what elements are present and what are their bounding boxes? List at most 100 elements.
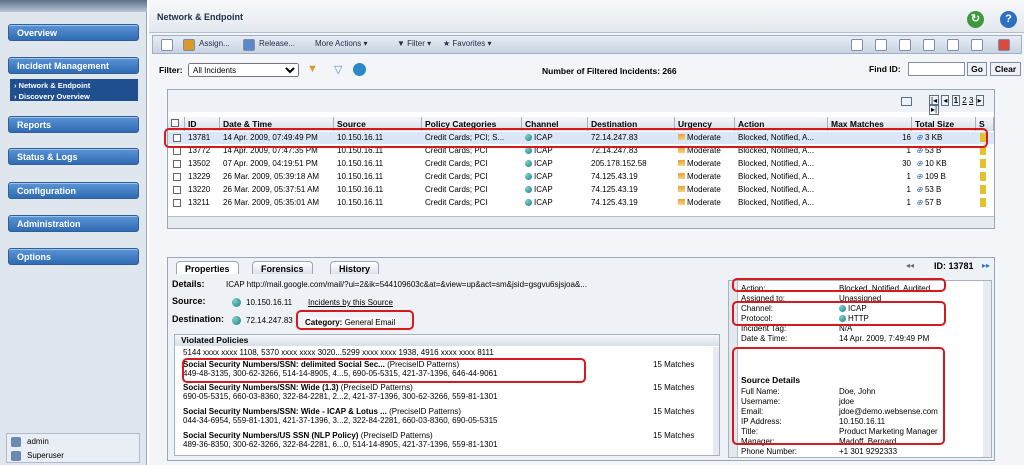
policy-item[interactable]: Social Security Numbers/US SSN (NLP Poli… — [183, 431, 713, 449]
release-button[interactable]: Release... — [259, 39, 295, 48]
table-cell: 74.125.43.19 — [591, 185, 675, 194]
tab-properties[interactable]: Properties — [176, 261, 239, 274]
username: admin — [27, 437, 49, 446]
nav-overview[interactable]: Overview — [8, 24, 139, 41]
cell-text: Blocked, Notified, A... — [738, 185, 815, 194]
cell-text: Credit Cards; PCI — [425, 198, 488, 207]
more-actions-label: More Actions — [315, 39, 362, 48]
table-cell: 13229 — [188, 172, 218, 181]
page-2[interactable]: 2 — [962, 96, 966, 105]
table-cell: 10.150.16.11 — [337, 198, 422, 207]
table-cell: ⊕ 57 B — [916, 198, 974, 207]
filter-info-icon[interactable] — [353, 63, 366, 76]
row-checkbox[interactable] — [173, 160, 181, 168]
assign-button[interactable]: Assign... — [199, 39, 230, 48]
cell-text: 10.150.16.11 — [337, 198, 384, 207]
cell-text: 10.150.16.11 — [337, 185, 384, 194]
filter-edit-icon[interactable]: ▽ — [334, 63, 342, 76]
cell-text: 10.150.16.11 — [337, 172, 384, 181]
page-1[interactable]: 1 — [951, 95, 961, 106]
pdf-icon[interactable] — [998, 39, 1010, 51]
last-page-button[interactable]: ▸| — [929, 104, 940, 115]
nav-options[interactable]: Options — [8, 248, 139, 265]
right-panel-scrollbar[interactable] — [983, 281, 991, 457]
export-icon[interactable] — [971, 39, 983, 51]
flag-icon — [980, 198, 986, 207]
table-row[interactable]: 13211 26 Mar. 2009, 05:35:01 AM 10.150.16.… — [168, 197, 994, 209]
select-all-checkbox[interactable] — [171, 119, 179, 127]
row-checkbox[interactable] — [173, 199, 181, 207]
edit-icon[interactable] — [161, 39, 173, 51]
source-field-value: +1 301 9292333 — [839, 447, 898, 456]
page-3[interactable]: 3 — [969, 96, 973, 105]
refresh-icon[interactable]: ↻ — [967, 11, 984, 28]
next-page-button[interactable]: ▸ — [975, 95, 984, 106]
globe-icon — [232, 298, 241, 307]
subnav-network-endpoint[interactable]: › Network & Endpoint — [14, 80, 134, 91]
print-icon[interactable] — [923, 39, 935, 51]
next-incident-icon[interactable]: ▸▸ — [982, 261, 990, 270]
policy-type: (PreciseID Patterns) — [340, 383, 413, 392]
cell-text: Moderate — [687, 185, 721, 194]
highlight-channel-protocol — [732, 301, 946, 326]
incidents-by-source-link[interactable]: Incidents by this Source — [308, 298, 393, 307]
row-checkbox[interactable] — [173, 173, 181, 181]
filter-select[interactable]: All Incidents — [188, 63, 299, 77]
table-cell: 26 Mar. 2009, 05:39:18 AM — [223, 172, 335, 181]
globe-icon — [525, 160, 532, 168]
table-cell: Blocked, Notified, A... — [738, 159, 828, 168]
go-button[interactable]: Go — [967, 62, 987, 76]
find-id-input[interactable] — [908, 62, 965, 76]
horizontal-scrollbar[interactable] — [168, 216, 994, 228]
highlight-policy — [182, 358, 586, 383]
globe-icon — [232, 316, 241, 325]
table-row[interactable]: 13220 26 Mar. 2009, 05:37:51 AM 10.150.16.… — [168, 184, 994, 196]
layout-icon[interactable] — [875, 39, 887, 51]
cell-text: 10.150.16.11 — [337, 159, 384, 168]
split-icon[interactable] — [899, 39, 911, 51]
toolbar: Assign... Release... More Actions ▾ ▼ Fi… — [152, 35, 1022, 54]
user-box: admin Superuser — [6, 433, 140, 463]
more-actions-button[interactable]: More Actions ▾ — [315, 39, 368, 48]
table-cell: ICAP — [525, 198, 585, 207]
filtered-count: Number of Filtered Incidents: 266 — [542, 66, 677, 76]
clear-button[interactable]: Clear — [990, 62, 1021, 76]
vertical-scrollbar[interactable] — [713, 347, 719, 455]
subnav-discovery-overview[interactable]: › Discovery Overview — [14, 91, 134, 102]
help-icon[interactable]: ? — [1000, 11, 1017, 28]
filter-button[interactable]: ▼ Filter ▾ — [397, 39, 431, 48]
tab-history[interactable]: History — [330, 261, 380, 274]
cell-text: ICAP — [534, 172, 553, 181]
calendar-icon[interactable] — [947, 39, 959, 51]
tab-forensics[interactable]: Forensics — [252, 261, 313, 274]
policy-matches: 15 Matches — [653, 360, 695, 369]
table-cell: 74.125.43.19 — [591, 172, 675, 181]
table-cell: Moderate — [678, 185, 735, 194]
attachment-icon: ⊕ — [916, 172, 925, 181]
policy-item[interactable]: Social Security Numbers/SSN: Wide - ICAP… — [183, 407, 713, 425]
columns-icon[interactable] — [901, 97, 912, 106]
prev-incident-icon[interactable]: ◂◂ — [906, 261, 914, 270]
window-icon[interactable] — [851, 39, 863, 51]
nav-administration[interactable]: Administration — [8, 215, 139, 232]
table-cell: Blocked, Notified, A... — [738, 185, 828, 194]
highlight-selected-row — [164, 128, 988, 148]
filter-add-icon[interactable]: ▼ — [307, 63, 318, 75]
release-icon — [243, 39, 255, 51]
policy-item[interactable]: Social Security Numbers/SSN: Wide (1.3) … — [183, 383, 713, 401]
favorites-button[interactable]: ★ Favorites ▾ — [443, 39, 492, 48]
cell-text: ICAP — [534, 198, 553, 207]
flag-icon — [980, 185, 986, 194]
source-label: Source: — [172, 296, 206, 306]
row-checkbox[interactable] — [173, 186, 181, 194]
prev-page-button[interactable]: ◂ — [941, 95, 950, 106]
row-checkbox[interactable] — [173, 147, 181, 155]
nav-incident-management[interactable]: Incident Management — [8, 57, 139, 74]
nav-configuration[interactable]: Configuration — [8, 182, 139, 199]
table-row[interactable]: 13229 26 Mar. 2009, 05:39:18 AM 10.150.16.… — [168, 171, 994, 183]
cell-text: Blocked, Notified, A... — [738, 159, 815, 168]
nav-reports[interactable]: Reports — [8, 116, 139, 133]
nav-status-logs[interactable]: Status & Logs — [8, 148, 139, 165]
page-header: Network & Endpoint ↻ ? — [149, 0, 1024, 33]
table-row[interactable]: 13502 07 Apr. 2009, 04:19:51 PM 10.150.16.… — [168, 158, 994, 170]
